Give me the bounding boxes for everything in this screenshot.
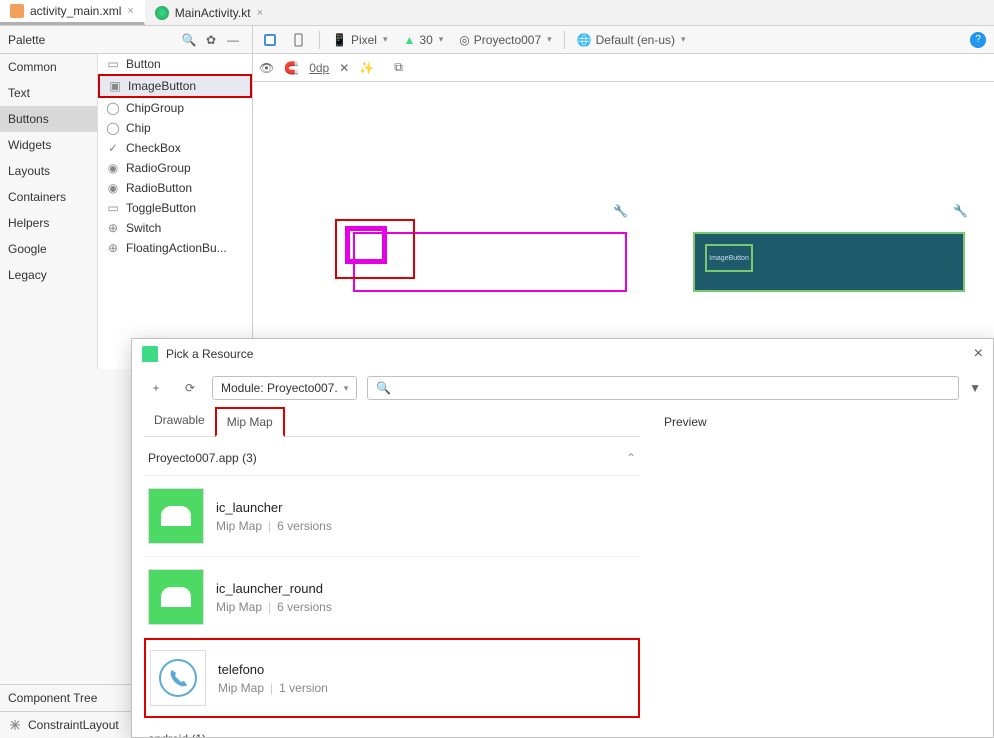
close-icon[interactable]: × bbox=[127, 5, 133, 17]
palette-cat-buttons[interactable]: Buttons bbox=[0, 106, 97, 132]
search-icon: 🔍 bbox=[376, 381, 391, 395]
search-icon[interactable]: 🔍 bbox=[178, 33, 200, 47]
palette-item-imagebutton[interactable]: ▣ImageButton bbox=[98, 74, 252, 98]
device-dropdown[interactable]: 📱 Pixel bbox=[328, 33, 392, 47]
resource-list: Drawable Mip Map Proyecto007.app (3) ⌃ i… bbox=[132, 407, 652, 737]
design-surface[interactable]: 🔧 🔧 ImageButton bbox=[253, 82, 994, 222]
fab-icon: ⊕ bbox=[106, 241, 120, 255]
add-resource-button[interactable]: + bbox=[144, 376, 168, 400]
palette-cat-google[interactable]: Google bbox=[0, 236, 97, 262]
close-icon[interactable]: × bbox=[257, 7, 263, 19]
wrench-icon[interactable]: 🔧 bbox=[613, 204, 628, 218]
gear-icon[interactable]: ✿ bbox=[200, 33, 222, 47]
dialog-toolbar: + ⟳ Module: Proyecto007. 🔍 ▼ bbox=[132, 369, 993, 407]
palette-cat-layouts[interactable]: Layouts bbox=[0, 158, 97, 184]
checkbox-icon: ✓ bbox=[106, 141, 120, 155]
imagebutton-icon: ▣ bbox=[108, 79, 122, 93]
filter-icon[interactable]: ▼ bbox=[969, 381, 981, 395]
radiobutton-icon: ◉ bbox=[106, 181, 120, 195]
infer-constraints-icon[interactable]: ✨ bbox=[359, 61, 374, 75]
palette-item-button[interactable]: ▭Button bbox=[98, 54, 252, 74]
orientation-icon[interactable] bbox=[289, 33, 311, 47]
clear-constraints-icon[interactable]: ✕ bbox=[339, 61, 349, 75]
resource-picker-dialog: Pick a Resource × + ⟳ Module: Proyecto00… bbox=[131, 338, 994, 738]
android-icon bbox=[142, 346, 158, 362]
selection-box bbox=[335, 219, 415, 279]
refresh-button[interactable]: ⟳ bbox=[178, 376, 202, 400]
palette-item-radiogroup[interactable]: ◉RadioGroup bbox=[98, 158, 252, 178]
resource-item-ic-launcher-round[interactable]: ic_launcher_round Mip Map|6 versions bbox=[144, 557, 640, 638]
resource-type-tabs: Drawable Mip Map bbox=[144, 407, 640, 437]
file-tab-mainactivity[interactable]: MainActivity.kt × bbox=[145, 0, 274, 25]
resource-thumbnail bbox=[148, 569, 204, 625]
palette-item-radiobutton[interactable]: ◉RadioButton bbox=[98, 178, 252, 198]
toggle-icon: ▭ bbox=[106, 201, 120, 215]
chip-icon: ◯ bbox=[106, 121, 120, 135]
palette-items: ▭Button ▣ImageButton ◯ChipGroup ◯Chip ✓C… bbox=[98, 54, 252, 369]
palette-item-checkbox[interactable]: ✓CheckBox bbox=[98, 138, 252, 158]
resource-thumbnail bbox=[150, 650, 206, 706]
search-input[interactable]: 🔍 bbox=[367, 376, 959, 400]
palette-item-fab[interactable]: ⊕FloatingActionBu... bbox=[98, 238, 252, 258]
palette-item-switch[interactable]: ⊕Switch bbox=[98, 218, 252, 238]
palette-item-chipgroup[interactable]: ◯ChipGroup bbox=[98, 98, 252, 118]
tab-mipmap[interactable]: Mip Map bbox=[215, 407, 285, 437]
radiogroup-icon: ◉ bbox=[106, 161, 120, 175]
help-icon[interactable]: ? bbox=[970, 32, 986, 48]
preview-label: Preview bbox=[664, 415, 981, 429]
design-toolbar: 📱 Pixel ▲ 30 ◎ Proyecto007 🌐 Default (en… bbox=[253, 26, 994, 54]
guidelines-icon[interactable]: ⧉ bbox=[394, 60, 403, 75]
resource-group-header[interactable]: Proyecto007.app (3) ⌃ bbox=[144, 437, 640, 476]
file-tabs: activity_main.xml × MainActivity.kt × bbox=[0, 0, 994, 26]
blueprint-widget[interactable]: ImageButton bbox=[705, 244, 753, 272]
palette-cat-containers[interactable]: Containers bbox=[0, 184, 97, 210]
palette-cat-widgets[interactable]: Widgets bbox=[0, 132, 97, 158]
surface-mode-icon[interactable] bbox=[259, 33, 281, 47]
theme-dropdown[interactable]: ◎ Proyecto007 bbox=[455, 33, 555, 47]
file-tab-label: MainActivity.kt bbox=[175, 6, 251, 20]
palette-item-chip[interactable]: ◯Chip bbox=[98, 118, 252, 138]
design-toolbar-2: 👁 🧲 0dp ✕ ✨ ⧉ ? bbox=[253, 54, 994, 82]
dialog-title: Pick a Resource bbox=[166, 347, 974, 361]
palette-cat-common[interactable]: Common bbox=[0, 54, 97, 80]
switch-icon: ⊕ bbox=[106, 221, 120, 235]
button-icon: ▭ bbox=[106, 57, 120, 71]
palette-categories: Common Text Buttons Widgets Layouts Cont… bbox=[0, 54, 98, 369]
widget-placeholder[interactable] bbox=[345, 226, 387, 264]
kotlin-file-icon bbox=[155, 6, 169, 20]
tab-drawable[interactable]: Drawable bbox=[144, 407, 215, 436]
magnet-icon[interactable]: 🧲 bbox=[284, 61, 299, 75]
file-tab-activity-main[interactable]: activity_main.xml × bbox=[0, 0, 145, 25]
view-options-icon[interactable]: 👁 bbox=[259, 61, 274, 75]
blueprint-preview[interactable]: ImageButton bbox=[693, 232, 965, 292]
chevron-up-icon: ⌃ bbox=[626, 451, 636, 465]
api-dropdown[interactable]: ▲ 30 bbox=[400, 33, 448, 47]
design-preview[interactable] bbox=[353, 232, 627, 292]
close-icon[interactable]: × bbox=[974, 345, 983, 363]
resource-group-header-android[interactable]: android (1) bbox=[144, 718, 640, 737]
palette-cat-text[interactable]: Text bbox=[0, 80, 97, 106]
module-dropdown[interactable]: Module: Proyecto007. bbox=[212, 376, 357, 400]
palette-cat-legacy[interactable]: Legacy bbox=[0, 262, 97, 288]
preview-pane: Preview bbox=[652, 407, 993, 737]
file-tab-label: activity_main.xml bbox=[30, 4, 121, 18]
minimize-icon[interactable]: — bbox=[222, 33, 244, 47]
wrench-icon[interactable]: 🔧 bbox=[953, 204, 968, 218]
default-margin[interactable]: 0dp bbox=[309, 61, 329, 75]
resource-item-telefono[interactable]: telefono Mip Map|1 version bbox=[144, 638, 640, 718]
dialog-header: Pick a Resource × bbox=[132, 339, 993, 369]
xml-file-icon bbox=[10, 4, 24, 18]
palette-header: Palette 🔍 ✿ — bbox=[0, 26, 252, 54]
palette-cat-helpers[interactable]: Helpers bbox=[0, 210, 97, 236]
resource-thumbnail bbox=[148, 488, 204, 544]
constraintlayout-icon bbox=[8, 718, 22, 732]
locale-dropdown[interactable]: 🌐 Default (en-us) bbox=[573, 33, 690, 47]
resource-item-ic-launcher[interactable]: ic_launcher Mip Map|6 versions bbox=[144, 476, 640, 557]
palette-item-togglebutton[interactable]: ▭ToggleButton bbox=[98, 198, 252, 218]
palette-title: Palette bbox=[8, 33, 178, 47]
chipgroup-icon: ◯ bbox=[106, 101, 120, 115]
